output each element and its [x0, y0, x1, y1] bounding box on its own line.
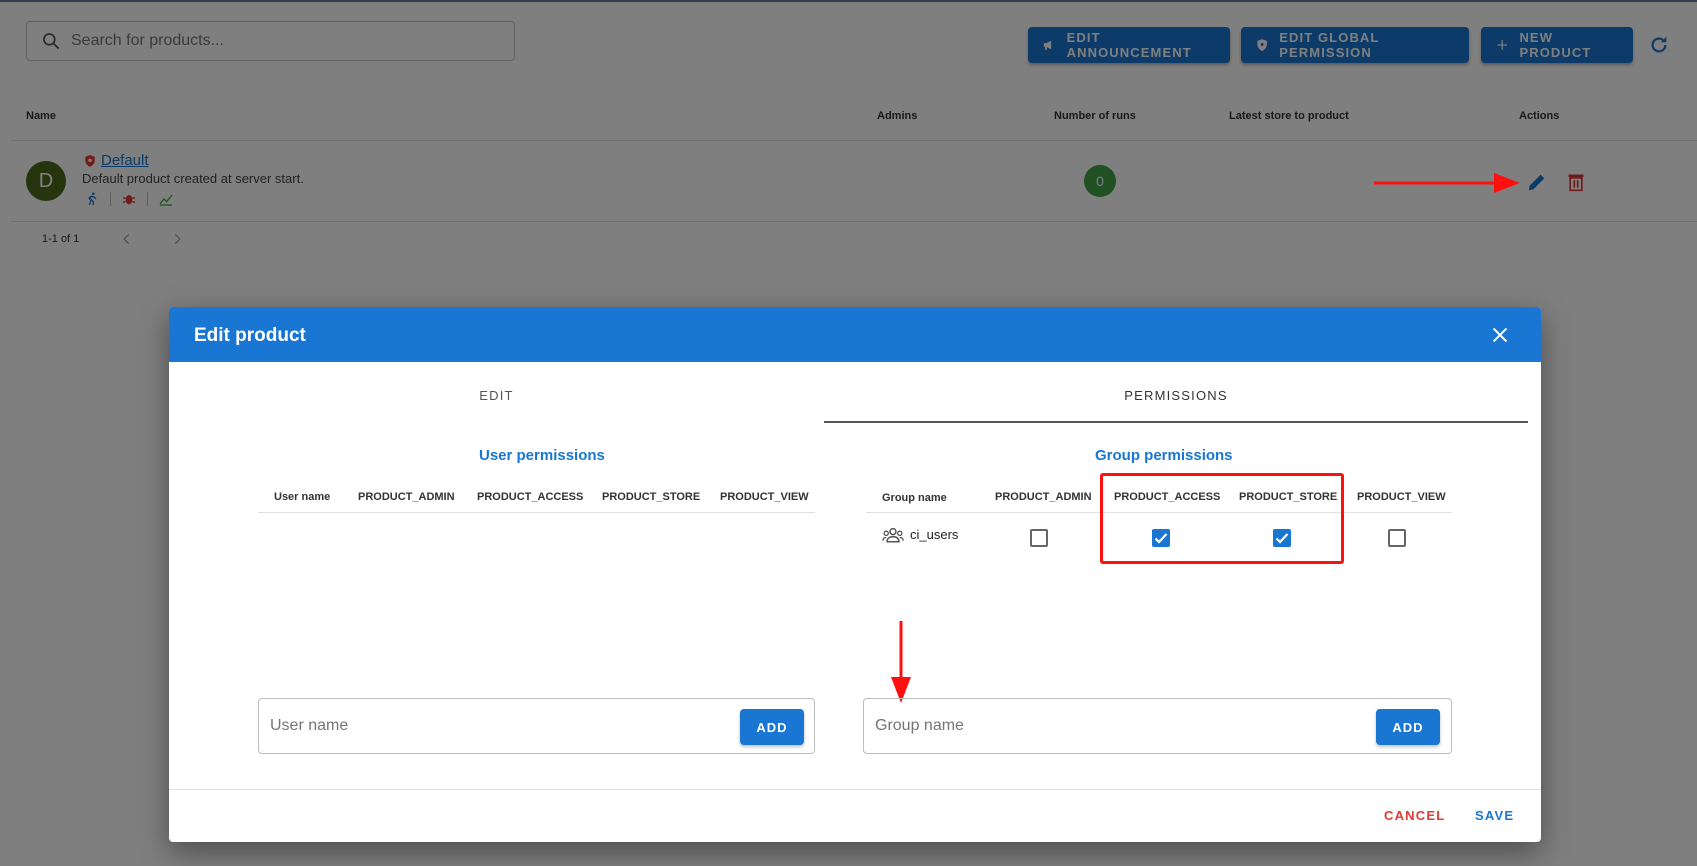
add-user-button[interactable]: ADD	[740, 709, 804, 745]
user-col-name: User name	[274, 491, 331, 503]
cancel-button[interactable]: CANCEL	[1384, 808, 1445, 823]
tab-edit[interactable]: EDIT	[169, 362, 824, 429]
user-col-admin: PRODUCT_ADMIN	[358, 491, 455, 503]
group-name-ci-users: ci_users	[910, 527, 959, 542]
active-tab-indicator	[824, 421, 1528, 423]
user-col-view: PRODUCT_VIEW	[720, 491, 809, 503]
add-group-button[interactable]: ADD	[1376, 709, 1440, 745]
edit-product-dialog: Edit product EDIT PERMISSIONS User permi…	[169, 307, 1541, 842]
user-name-field[interactable]: User name ADD	[258, 698, 815, 754]
tab-permissions[interactable]: PERMISSIONS	[824, 362, 1528, 429]
user-permissions-title: User permissions	[479, 447, 605, 464]
dialog-title: Edit product	[194, 325, 306, 346]
group-col-view: PRODUCT_VIEW	[1357, 491, 1446, 503]
save-button[interactable]: SAVE	[1475, 808, 1514, 823]
annotation-highlight-box	[1100, 473, 1344, 564]
group-name-field[interactable]: Group name ADD	[863, 698, 1452, 754]
user-col-access: PRODUCT_ACCESS	[477, 491, 584, 503]
annotation-arrow-right	[1374, 173, 1520, 193]
divider	[258, 512, 815, 513]
group-icon	[882, 527, 904, 543]
close-icon[interactable]	[1489, 324, 1511, 346]
divider	[169, 789, 1541, 790]
annotation-arrow-down	[891, 621, 911, 703]
group-col-name: Group name	[882, 492, 947, 504]
dialog-header: Edit product	[169, 307, 1541, 362]
checkbox-product-admin[interactable]	[1030, 529, 1048, 547]
group-col-admin: PRODUCT_ADMIN	[995, 491, 1092, 503]
checkbox-product-view[interactable]	[1388, 529, 1406, 547]
user-name-placeholder: User name	[270, 717, 349, 734]
group-permissions-title: Group permissions	[1095, 447, 1233, 464]
user-col-store: PRODUCT_STORE	[602, 491, 701, 503]
group-name-placeholder: Group name	[875, 717, 964, 734]
